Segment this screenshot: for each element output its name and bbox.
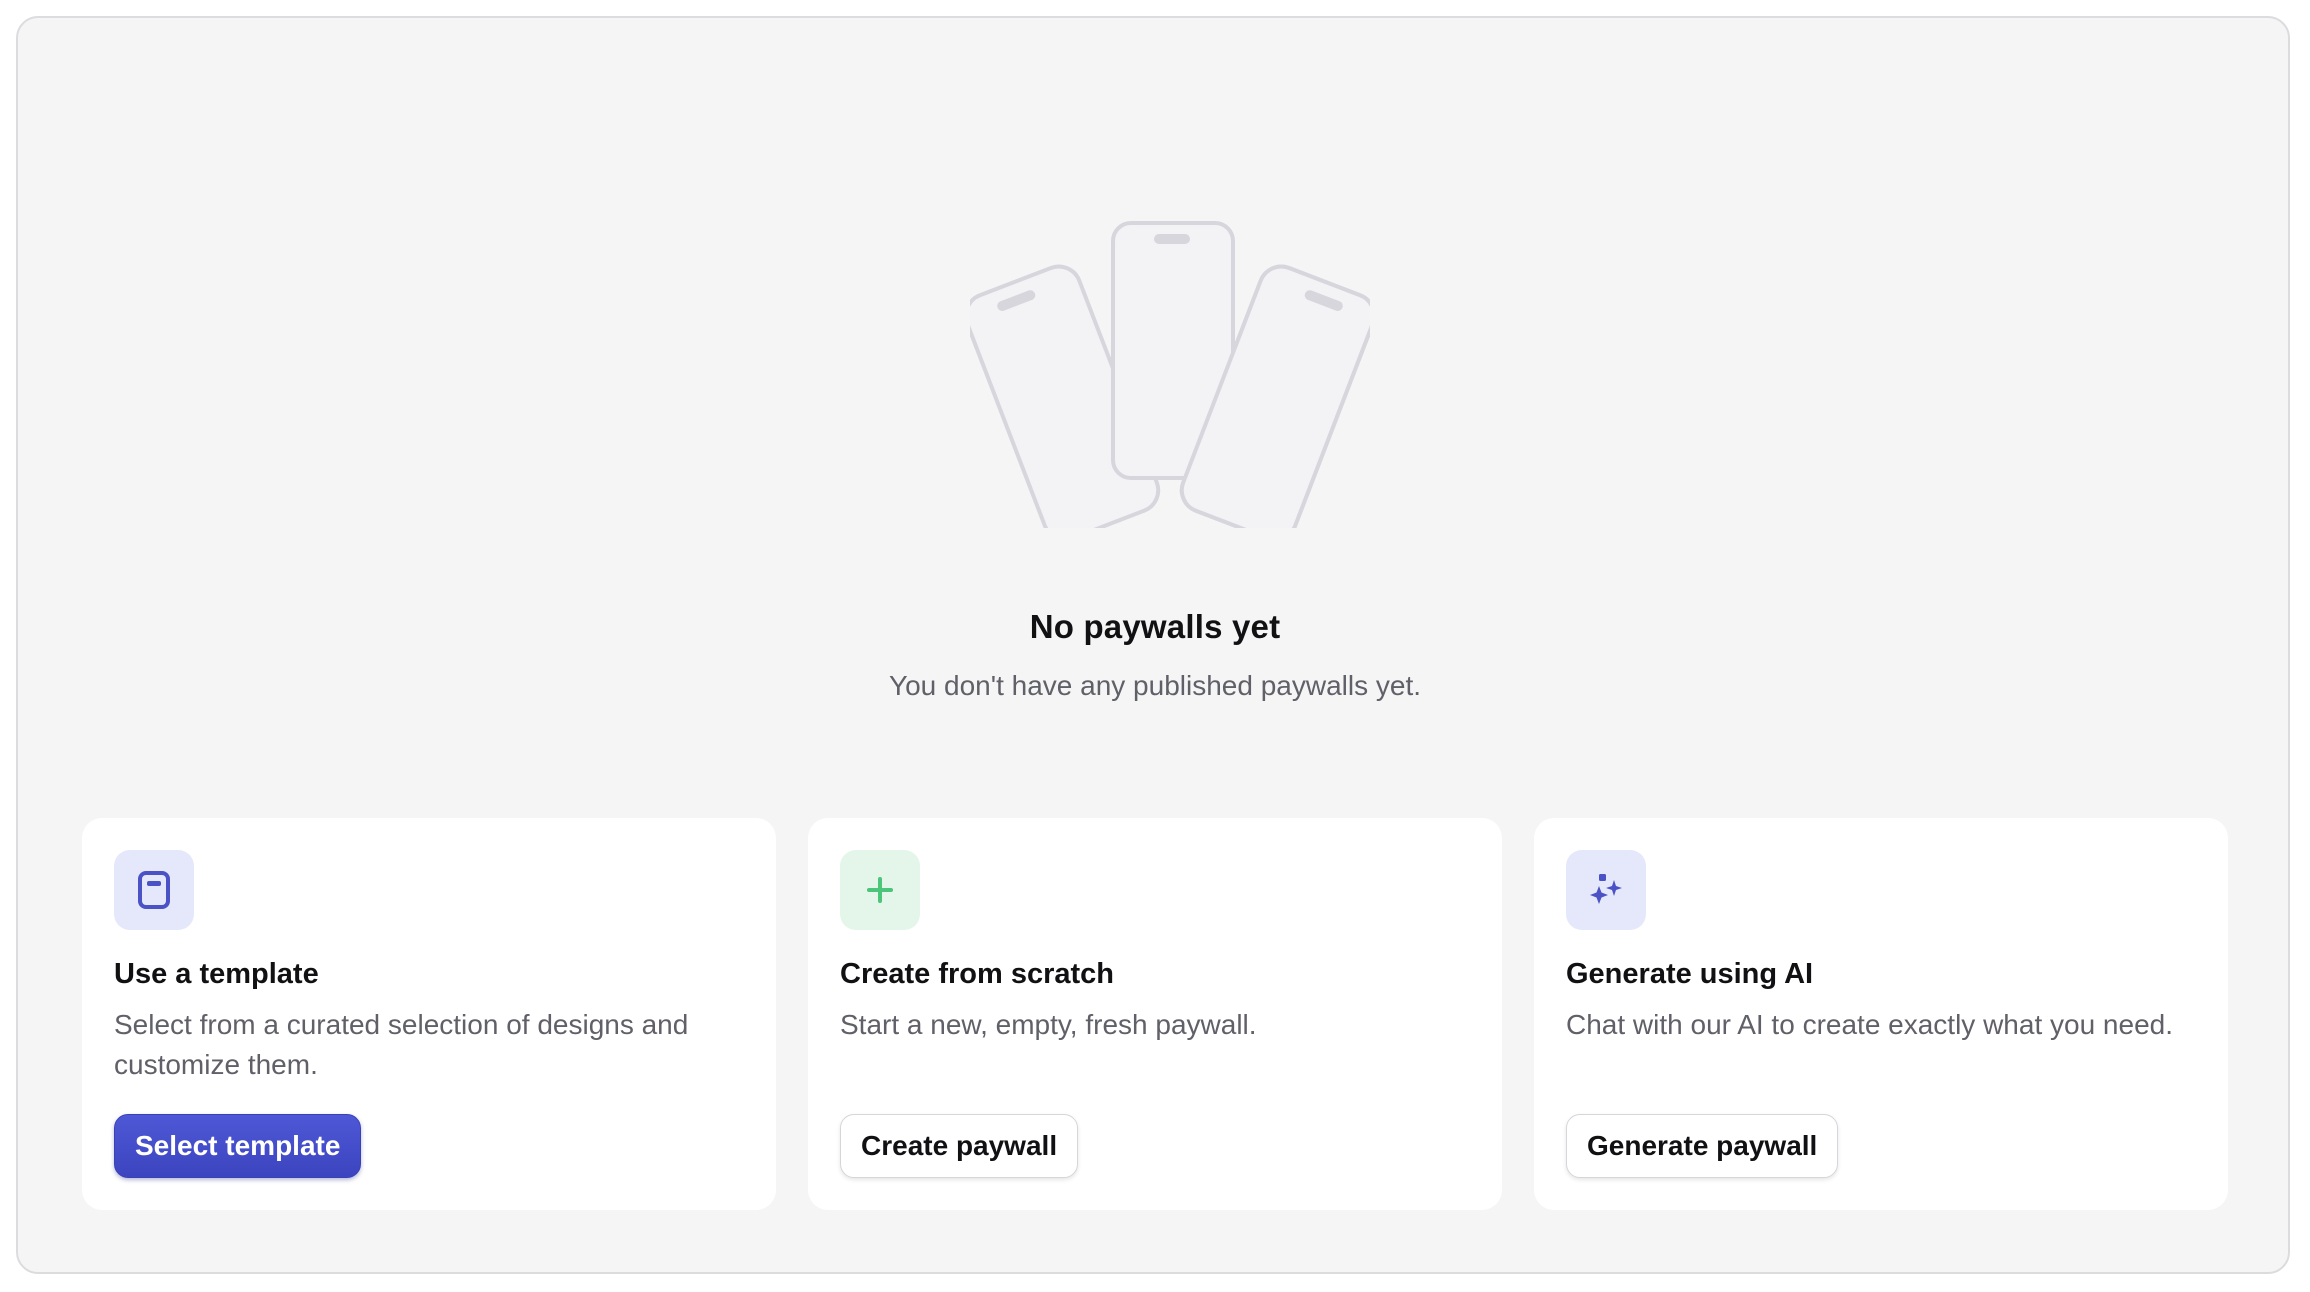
template-icon-tile: [114, 850, 194, 930]
card-title: Generate using AI: [1566, 958, 1814, 990]
sparkles-icon: [1590, 874, 1622, 904]
select-template-button[interactable]: Select template: [114, 1114, 362, 1178]
scratch-icon-tile: [840, 850, 920, 930]
card-description: Start a new, empty, fresh paywall.: [840, 1009, 1257, 1040]
ai-icon-tile: [1566, 850, 1646, 930]
plus-icon: [867, 877, 893, 903]
generate-paywall-button[interactable]: Generate paywall: [1566, 1114, 1839, 1178]
card-description: Select from a curated selection of desig…: [114, 1009, 689, 1080]
empty-state-panel: No paywalls yet You don't have any publi…: [16, 16, 2290, 1274]
card-title: Create from scratch: [840, 958, 1114, 990]
document-icon: [138, 871, 170, 909]
card-generate-ai: Generate using AI Chat with our AI to cr…: [1534, 818, 2228, 1210]
card-use-template: Use a template Select from a curated sel…: [82, 818, 776, 1210]
empty-state-subtitle: You don't have any published paywalls ye…: [888, 670, 1421, 701]
card-title: Use a template: [114, 958, 319, 990]
card-description: Chat with our AI to create exactly what …: [1566, 1009, 2174, 1040]
empty-state-title: No paywalls yet: [1029, 608, 1281, 645]
card-create-from-scratch: Create from scratch Start a new, empty, …: [808, 818, 1502, 1210]
create-options: Use a template Select from a curated sel…: [82, 818, 2228, 1210]
create-paywall-button[interactable]: Create paywall: [840, 1114, 1079, 1178]
phones-illustration: [970, 221, 1370, 528]
